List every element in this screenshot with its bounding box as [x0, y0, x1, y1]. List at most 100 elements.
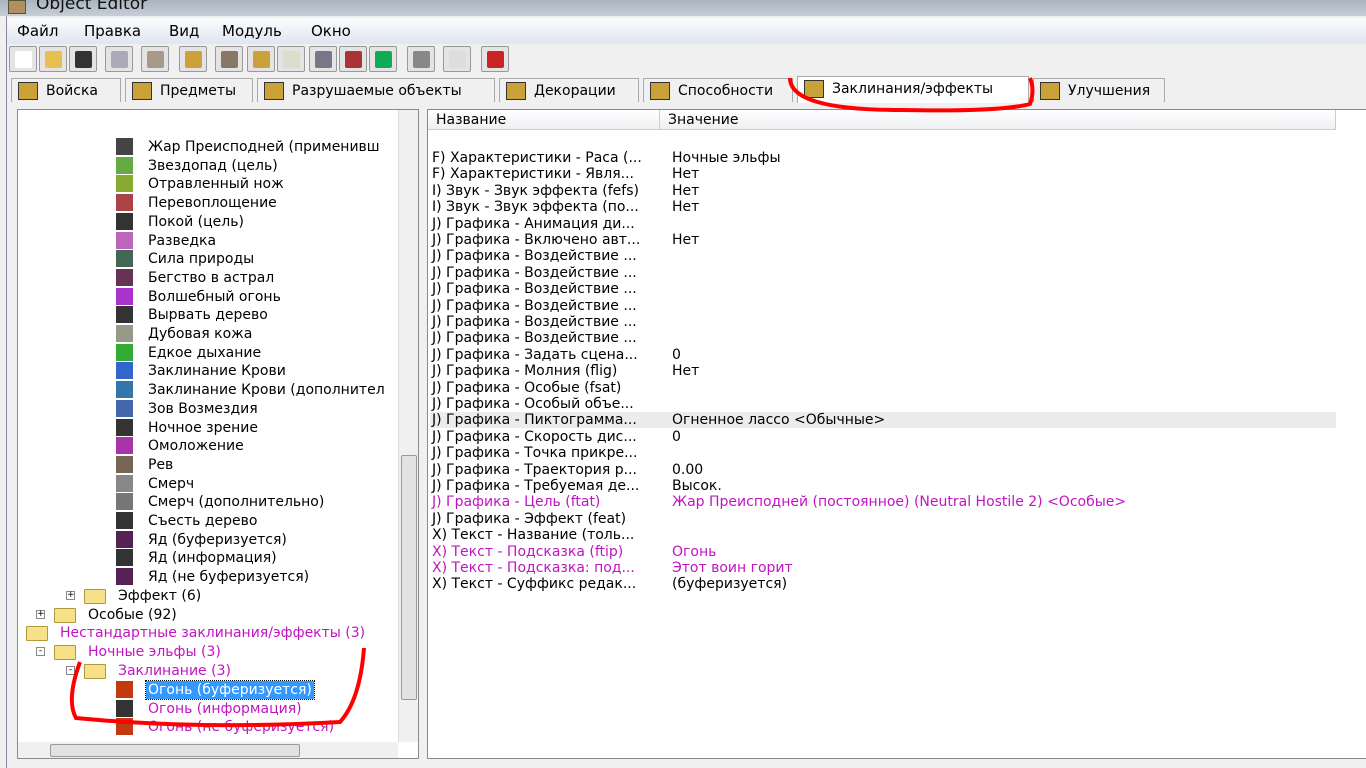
tree-leaf[interactable]: Смерч (дополнительно)	[18, 493, 398, 511]
property-row[interactable]: J) Графика - Цель (ftat) Жар Преисподней …	[430, 494, 1336, 510]
menu-1[interactable]: Правка	[84, 22, 141, 40]
tree-folder[interactable]: + Эффект (6)	[18, 587, 398, 605]
tree-folder[interactable]: - Заклинание (3)	[18, 662, 398, 680]
property-row[interactable]: F) Характеристики - Раса (... Ночные эльф…	[430, 150, 1336, 166]
tree-leaf-label: Огонь (буферизуется)	[145, 680, 315, 700]
tree-leaf[interactable]: Ночное зрение	[18, 418, 398, 437]
tree-leaf[interactable]: Перевоплощение	[18, 194, 398, 212]
tree-leaf[interactable]: Жар Преисподней (применивш	[18, 138, 398, 156]
property-row[interactable]: J) Графика - Воздействие ...	[430, 298, 1336, 314]
property-row[interactable]: J) Графика - Воздействие ...	[430, 265, 1336, 281]
property-row[interactable]: J) Графика - Требуемая де... Высок.	[430, 478, 1336, 494]
tree-horizontal-scrollbar[interactable]	[18, 742, 398, 758]
menu-3[interactable]: Модуль	[222, 22, 282, 40]
tab-4[interactable]: Способности	[643, 78, 793, 102]
tree-folder[interactable]: Нестандартные заклинания/эффекты (3)	[18, 624, 398, 642]
property-row[interactable]: J) Графика - Особый объе...	[430, 396, 1336, 412]
column-header-value[interactable]: Значение	[660, 110, 1336, 130]
import-button[interactable]	[443, 46, 471, 72]
tree-leaf[interactable]: Вырвать дерево	[18, 306, 398, 324]
property-row[interactable]: J) Графика - Точка прикре...	[430, 445, 1336, 461]
tree-leaf[interactable]: Огонь (информация)	[18, 699, 398, 718]
menu-4[interactable]: Окно	[311, 22, 351, 40]
tree-folder-label: Особые (92)	[88, 607, 177, 623]
tab-6[interactable]: Улучшения	[1033, 78, 1165, 102]
collapse-icon[interactable]: -	[66, 666, 75, 675]
tree-leaf[interactable]: Едкое дыхание	[18, 343, 398, 362]
tab-3[interactable]: Декорации	[499, 78, 639, 102]
tree-leaf[interactable]: Яд (буферизуется)	[18, 530, 398, 549]
property-row[interactable]: J) Графика - Эффект (feat)	[430, 511, 1336, 527]
tree-leaf[interactable]: Дубовая кожа	[18, 325, 398, 343]
paste-button[interactable]	[141, 46, 169, 72]
property-row[interactable]: I) Звук - Звук эффекта (по... Нет	[430, 199, 1336, 215]
terrain-button[interactable]	[215, 46, 243, 72]
tree-leaf[interactable]: Разведка	[18, 231, 398, 250]
property-row[interactable]: X) Текст - Название (толь...	[430, 527, 1336, 543]
scrollbar-thumb[interactable]	[50, 744, 300, 757]
property-row[interactable]: J) Графика - Анимация ди...	[430, 216, 1336, 232]
property-row[interactable]: J) Графика - Особые (fsat)	[430, 380, 1336, 396]
save-button[interactable]	[69, 46, 97, 72]
property-row[interactable]: I) Звук - Звук эффекта (fefs) Нет	[430, 183, 1336, 199]
tree-leaf[interactable]: Заклинание Крови	[18, 362, 398, 380]
tab-2[interactable]: Разрушаемые объекты	[257, 78, 495, 102]
tree-vertical-scrollbar[interactable]	[398, 110, 418, 742]
tree-leaf[interactable]: Отравленный нож	[18, 175, 398, 193]
tree-leaf[interactable]: Огонь (буферизуется)	[18, 680, 398, 700]
object-button[interactable]	[369, 46, 397, 72]
collapse-icon[interactable]: -	[36, 647, 45, 656]
units-button[interactable]	[309, 46, 337, 72]
tree-leaf[interactable]: Сила природы	[18, 250, 398, 268]
copy-button[interactable]	[105, 46, 133, 72]
property-row[interactable]: J) Графика - Воздействие ...	[430, 314, 1336, 330]
property-row[interactable]: X) Текст - Подсказка: под... Этот воин го…	[430, 560, 1336, 576]
property-row[interactable]: J) Графика - Воздействие ...	[430, 248, 1336, 264]
scrollbar-thumb[interactable]	[401, 455, 417, 700]
expand-icon[interactable]: +	[66, 591, 75, 600]
property-row[interactable]: J) Графика - Траектория р... 0.00	[430, 462, 1336, 478]
properties-list[interactable]: Название Значение F) Характеристики - Ра…	[427, 109, 1366, 759]
menu-0[interactable]: Файл	[17, 22, 58, 40]
tab-0[interactable]: Войска	[11, 78, 121, 102]
menu-2[interactable]: Вид	[169, 22, 199, 40]
property-row[interactable]: J) Графика - Воздействие ...	[430, 330, 1336, 346]
object-tree[interactable]: Жар Преисподней (применивш Звездопад (цел…	[17, 109, 419, 759]
property-row[interactable]: X) Текст - Суффикс редак... (буферизуетс…	[430, 576, 1336, 592]
tree-leaf[interactable]: Яд (информация)	[18, 549, 398, 567]
open-button[interactable]	[39, 46, 67, 72]
property-row[interactable]: F) Характеристики - Явля... Нет	[430, 166, 1336, 182]
tree-folder[interactable]: + Особые (92)	[18, 606, 398, 624]
tree-folder[interactable]: - Ночные эльфы (3)	[18, 643, 398, 661]
tree-leaf[interactable]: Бегство в астрал	[18, 268, 398, 287]
tree-leaf[interactable]: Рев	[18, 455, 398, 474]
doodad-button[interactable]	[407, 46, 435, 72]
tree-leaf[interactable]: Яд (не буферизуется)	[18, 568, 398, 586]
tab-5[interactable]: Заклинания/эффекты	[797, 76, 1029, 103]
tree-leaf[interactable]: Покой (цель)	[18, 212, 398, 231]
property-row[interactable]: J) Графика - Задать сцена... 0	[430, 347, 1336, 363]
tree-leaf[interactable]: Волшебный огонь	[18, 287, 398, 306]
tree-leaf[interactable]: Съесть дерево	[18, 512, 398, 530]
new-button[interactable]	[9, 46, 37, 72]
test-map-button[interactable]	[481, 46, 509, 72]
property-row[interactable]: X) Текст - Подсказка (ftip) Огонь	[430, 544, 1336, 560]
tree-leaf[interactable]: Заклинание Крови (дополнител	[18, 381, 398, 399]
expand-icon[interactable]: +	[36, 610, 45, 619]
sound-button[interactable]	[277, 46, 305, 72]
property-row[interactable]: J) Графика - Пиктограмма... Огненное ласс…	[430, 412, 1336, 429]
property-row[interactable]: J) Графика - Воздействие ...	[430, 281, 1336, 297]
text-button[interactable]	[247, 46, 275, 72]
tree-leaf[interactable]: Смерч	[18, 474, 398, 493]
items-button[interactable]	[339, 46, 367, 72]
property-row[interactable]: J) Графика - Включено авт... Нет	[430, 232, 1336, 248]
tree-leaf[interactable]: Огонь (не буферизуется)	[18, 718, 398, 736]
tab-1[interactable]: Предметы	[125, 78, 253, 102]
tree-leaf[interactable]: Омоложение	[18, 437, 398, 455]
property-row[interactable]: J) Графика - Скорость дис... 0	[430, 429, 1336, 445]
column-header-name[interactable]: Название	[428, 110, 660, 130]
tree-leaf[interactable]: Зов Возмездия	[18, 399, 398, 418]
property-row[interactable]: J) Графика - Молния (flig) Нет	[430, 363, 1336, 379]
tree-leaf[interactable]: Звездопад (цель)	[18, 156, 398, 175]
abilities-button[interactable]	[179, 46, 207, 72]
